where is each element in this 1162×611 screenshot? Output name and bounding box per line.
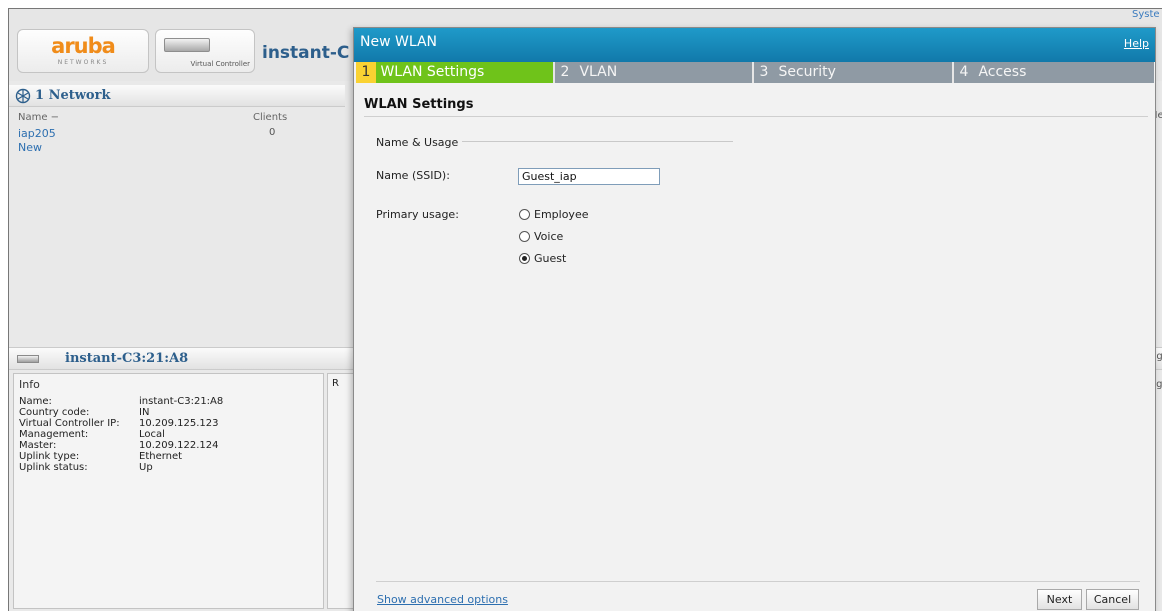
info-value: Up bbox=[139, 462, 153, 473]
info-heading: Info bbox=[19, 378, 40, 391]
usage-option-employee[interactable]: Employee bbox=[519, 208, 588, 221]
usage-option-label: Voice bbox=[534, 230, 564, 243]
step-number: 4 bbox=[959, 64, 969, 80]
info-value: Local bbox=[139, 429, 165, 440]
new-network-link[interactable]: New bbox=[18, 141, 42, 154]
group-label-name-usage: Name & Usage bbox=[376, 136, 459, 149]
ssid-label: Name (SSID): bbox=[376, 169, 450, 182]
radio-selected-icon[interactable] bbox=[519, 253, 530, 264]
info-key: Management: bbox=[19, 429, 89, 440]
secondary-panel-heading: R bbox=[332, 378, 339, 389]
info-row: Country code: IN bbox=[19, 407, 149, 418]
dialog-title: New WLAN bbox=[360, 34, 437, 50]
step-label: Access bbox=[978, 64, 1027, 80]
device-icon bbox=[17, 355, 39, 363]
controller-device-icon bbox=[164, 38, 210, 52]
info-row: Name: instant-C3:21:A8 bbox=[19, 396, 223, 407]
network-row-iap205[interactable]: iap205 bbox=[18, 127, 56, 140]
step-access[interactable]: 4 Access bbox=[954, 62, 1154, 83]
info-value: 10.209.122.124 bbox=[139, 440, 219, 451]
info-value: instant-C3:21:A8 bbox=[139, 396, 224, 407]
networks-count-title: 1 Network bbox=[35, 88, 111, 103]
section-divider bbox=[364, 116, 1148, 117]
usage-option-label: Guest bbox=[534, 252, 567, 265]
info-key: Master: bbox=[19, 440, 57, 451]
step-security[interactable]: 3 Security bbox=[754, 62, 952, 83]
step-number: 1 bbox=[356, 62, 376, 83]
step-label: Security bbox=[778, 64, 836, 80]
cancel-button[interactable]: Cancel bbox=[1086, 589, 1139, 610]
info-key: Country code: bbox=[19, 407, 90, 418]
step-label: VLAN bbox=[579, 64, 618, 80]
aruba-logo: aruba NETWORKS bbox=[17, 29, 149, 73]
column-header-name[interactable]: Name − bbox=[18, 112, 59, 123]
group-divider bbox=[462, 141, 733, 142]
network-row-clients: 0 bbox=[269, 127, 276, 138]
info-key: Name: bbox=[19, 396, 52, 407]
info-panel: Info Name: instant-C3:21:A8 Country code:… bbox=[13, 373, 324, 609]
info-key: Uplink type: bbox=[19, 451, 80, 462]
info-row: Uplink type: Ethernet bbox=[19, 451, 182, 462]
info-row: Management: Local bbox=[19, 429, 165, 440]
vc-label: Virtual Controller bbox=[190, 60, 250, 68]
radio-icon[interactable] bbox=[519, 209, 530, 220]
usage-option-label: Employee bbox=[534, 208, 589, 221]
show-advanced-options-link[interactable]: Show advanced options bbox=[377, 593, 508, 606]
column-header-clients[interactable]: Clients bbox=[253, 112, 287, 123]
instant-app: aruba NETWORKS Virtual Controller instan… bbox=[8, 8, 1162, 611]
info-value: IN bbox=[139, 407, 150, 418]
step-number: 2 bbox=[560, 64, 570, 80]
info-row: Uplink status: Up bbox=[19, 462, 153, 473]
section-title: WLAN Settings bbox=[364, 97, 474, 112]
step-vlan[interactable]: 2 VLAN bbox=[555, 62, 752, 83]
info-key: Uplink status: bbox=[19, 462, 88, 473]
network-icon bbox=[15, 88, 31, 104]
help-link[interactable]: Help bbox=[1124, 37, 1149, 50]
networks-panel: 1 Network Name − Clients iap205 0 New bbox=[9, 85, 345, 347]
info-row: Virtual Controller IP: 10.209.125.123 bbox=[19, 418, 219, 429]
next-button[interactable]: Next bbox=[1037, 589, 1082, 610]
info-value: 10.209.125.123 bbox=[139, 418, 219, 429]
logo-subtitle: NETWORKS bbox=[57, 59, 109, 66]
ssid-input[interactable] bbox=[518, 168, 660, 185]
wizard-steps: 1 WLAN Settings 2 VLAN 3 Security 4 Acce… bbox=[356, 62, 1154, 83]
info-row: Master: 10.209.122.124 bbox=[19, 440, 219, 451]
virtual-controller-badge[interactable]: Virtual Controller bbox=[155, 29, 255, 73]
usage-option-guest[interactable]: Guest bbox=[519, 252, 566, 265]
system-link[interactable]: Syste bbox=[1132, 9, 1160, 20]
footer-divider bbox=[376, 581, 1140, 582]
step-number: 3 bbox=[759, 64, 769, 80]
logo-wordmark: aruba bbox=[51, 34, 116, 58]
controller-title: instant-C bbox=[262, 43, 350, 63]
info-value: Ethernet bbox=[139, 451, 183, 462]
step-label: WLAN Settings bbox=[380, 64, 485, 80]
new-wlan-dialog: New WLAN Help 1 WLAN Settings 2 VLAN 3 S… bbox=[353, 27, 1156, 611]
radio-icon[interactable] bbox=[519, 231, 530, 242]
primary-usage-label: Primary usage: bbox=[376, 208, 459, 221]
info-key: Virtual Controller IP: bbox=[19, 418, 120, 429]
networks-panel-title: 1 Network bbox=[9, 85, 345, 107]
device-title: instant-C3:21:A8 bbox=[65, 351, 189, 366]
step-wlan-settings[interactable]: 1 WLAN Settings bbox=[356, 62, 553, 83]
dialog-header: New WLAN Help bbox=[354, 28, 1155, 62]
usage-option-voice[interactable]: Voice bbox=[519, 230, 563, 243]
